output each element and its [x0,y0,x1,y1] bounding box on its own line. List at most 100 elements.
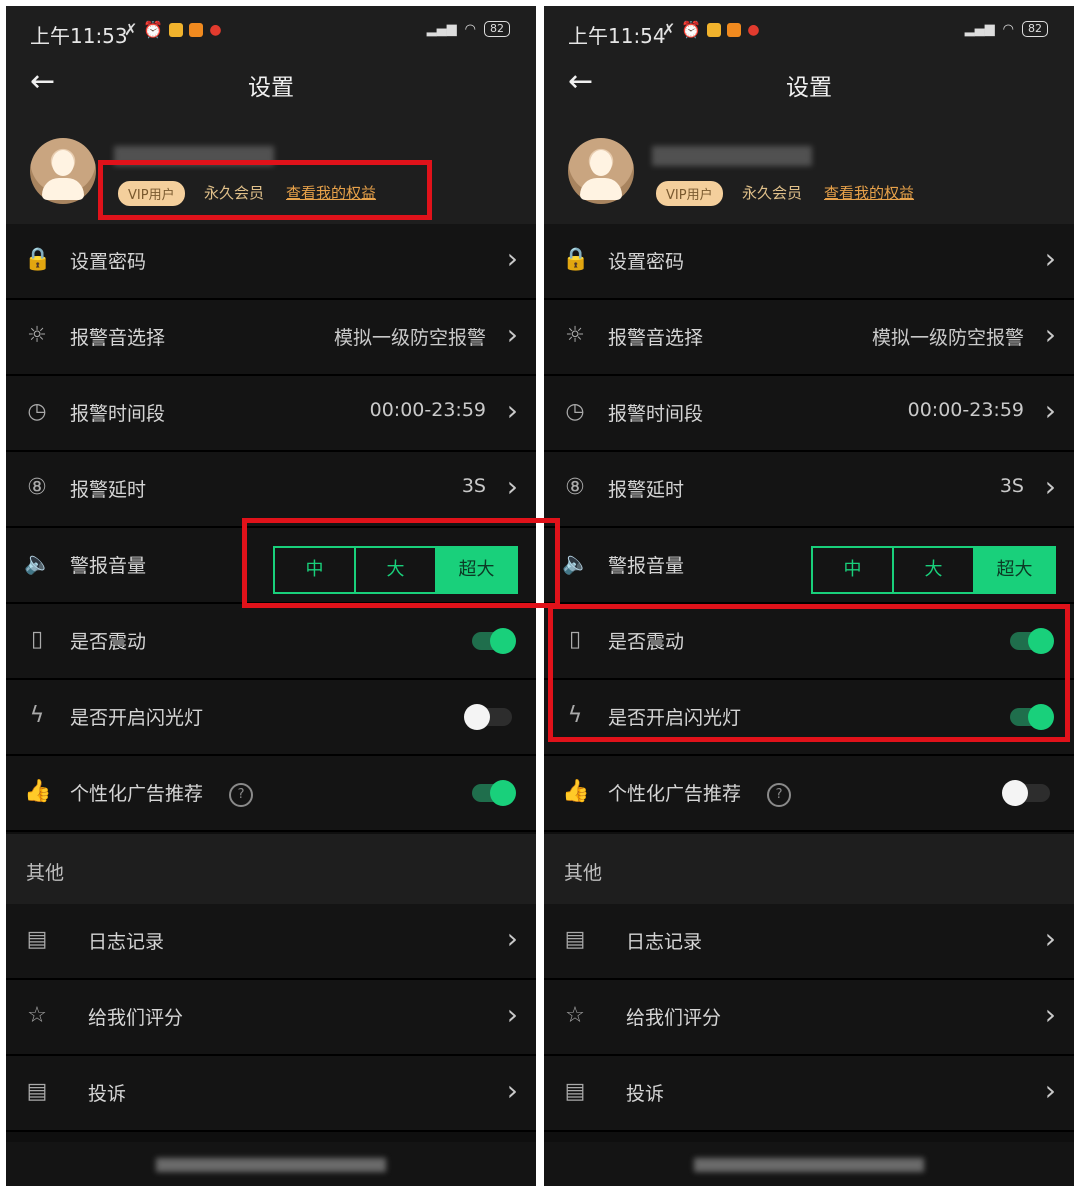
mute-icon: ✗ [124,20,138,39]
volume-option-medium[interactable]: 中 [813,548,892,592]
profile-card: VIP用户 永久会员 查看我的权益 [544,112,1074,224]
blurred-footer [694,1158,924,1172]
volume-segmented-control: 中 大 超大 [811,546,1056,594]
volume-option-large[interactable]: 大 [892,548,973,592]
row-label: 个性化广告推荐? [608,779,792,807]
status-bar: 上午11:53 ✗ ⏰ ● ▂▄▆ ◠ 82 [6,6,536,54]
status-icons: ✗ ⏰ ● [662,20,760,39]
row-complaint[interactable]: ▤ 投诉 › [6,1056,536,1132]
row-label: 报警时间段 [608,403,704,425]
row-label: 投诉 [626,1083,665,1105]
bottom-bar [6,1142,536,1186]
lightning-icon: ϟ [29,703,45,728]
username-blurred [652,146,812,166]
row-alarm-period[interactable]: ◷ 报警时间段 00:00-23:59 › [6,376,536,452]
mute-icon: ✗ [662,20,676,39]
document-icon: ▤ [26,927,48,952]
delay-icon: ⑧ [27,475,47,500]
report-icon: ▤ [564,1079,586,1104]
vibrate-toggle[interactable] [472,628,516,654]
row-rate-us[interactable]: ☆ 给我们评分 › [6,980,536,1056]
row-rate-us[interactable]: ☆ 给我们评分 › [544,980,1074,1056]
member-label: 永久会员 [742,184,803,202]
row-complaint[interactable]: ▤ 投诉 › [544,1056,1074,1132]
highlight-box-volume-options [242,518,560,608]
chevron-right-icon: › [506,318,518,351]
help-icon[interactable]: ? [229,782,254,807]
clock-icon: ◷ [565,399,585,424]
row-set-password[interactable]: 🔒 设置密码 › [544,224,1074,300]
avatar[interactable] [30,138,96,204]
row-label: 设置密码 [70,251,147,273]
personalized-ads-toggle[interactable] [472,780,516,806]
signal-icon: ▂▄▆ [964,21,995,37]
alarm-clock-icon: ⏰ [681,20,702,39]
chevron-right-icon: › [506,922,518,955]
row-log[interactable]: ▤ 日志记录 › [544,904,1074,980]
highlight-box-vip-info [98,160,432,220]
blurred-footer [156,1158,386,1172]
row-alarm-delay[interactable]: ⑧ 报警延时 3S › [6,452,536,528]
row-label: 报警音选择 [70,327,166,349]
status-time: 上午11:54 [568,24,666,48]
bottom-bar [544,1142,1074,1186]
chevron-right-icon: › [506,242,518,275]
chevron-right-icon: › [1044,318,1056,351]
row-label: 报警音选择 [608,327,704,349]
row-value: 3S [461,475,486,497]
app-notification-icon [727,22,742,37]
app-notification-icon [707,22,722,37]
row-alarm-period[interactable]: ◷ 报警时间段 00:00-23:59 › [544,376,1074,452]
row-label: 报警时间段 [70,403,166,425]
siren-icon: ☼ [565,323,585,348]
row-alarm-sound[interactable]: ☼ 报警音选择 模拟一级防空报警 › [6,300,536,376]
row-log[interactable]: ▤ 日志记录 › [6,904,536,980]
section-header-other: 其他 [6,834,536,906]
chevron-right-icon: › [1044,242,1056,275]
chevron-right-icon: › [506,1074,518,1107]
wifi-icon: ◠ [464,21,476,37]
battery-icon: 82 [1022,21,1048,37]
clock-icon: ◷ [27,399,47,424]
volume-option-extra-large[interactable]: 超大 [973,548,1054,592]
delay-icon: ⑧ [565,475,585,500]
personalized-ads-toggle[interactable] [1002,780,1052,806]
report-icon: ▤ [26,1079,48,1104]
status-right: ▂▄▆ ◠ 82 [965,21,1048,37]
row-alarm-sound[interactable]: ☼ 报警音选择 模拟一级防空报警 › [544,300,1074,376]
section-header-other: 其他 [544,834,1074,906]
highlight-box-vibrate-flash [548,604,1070,742]
battery-icon: 82 [484,21,510,37]
row-label: 日志记录 [88,931,165,953]
row-set-password[interactable]: 🔒 设置密码 › [6,224,536,300]
notification-dot-icon: ● [747,21,760,38]
title-bar: ← 设置 [6,54,536,112]
row-personalized-ads: 👍 个性化广告推荐? [544,756,1074,832]
page-title: 设置 [786,75,832,101]
page-title: 设置 [248,75,294,101]
speaker-icon: 🔈 [24,551,52,576]
row-label: 日志记录 [626,931,703,953]
view-rights-link[interactable]: 查看我的权益 [824,182,914,203]
app-notification-icon [169,22,184,37]
row-alarm-delay[interactable]: ⑧ 报警延时 3S › [544,452,1074,528]
avatar[interactable] [568,138,634,204]
status-time: 上午11:53 [30,24,128,48]
row-label: 警报音量 [70,555,147,577]
flashlight-toggle[interactable] [464,704,514,730]
row-label: 是否震动 [70,631,147,653]
lock-icon: 🔒 [562,247,590,272]
speaker-icon: 🔈 [562,551,590,576]
vibrate-icon: ▯ [30,627,44,652]
row-label: 设置密码 [608,251,685,273]
row-value: 3S [999,475,1024,497]
help-icon[interactable]: ? [767,782,792,807]
chevron-right-icon: › [1044,922,1056,955]
wifi-icon: ◠ [1002,21,1014,37]
row-label: 投诉 [88,1083,127,1105]
siren-icon: ☼ [27,323,47,348]
notification-dot-icon: ● [209,21,222,38]
status-icons: ✗ ⏰ ● [124,20,222,39]
title-bar: ← 设置 [544,54,1074,112]
document-icon: ▤ [564,927,586,952]
